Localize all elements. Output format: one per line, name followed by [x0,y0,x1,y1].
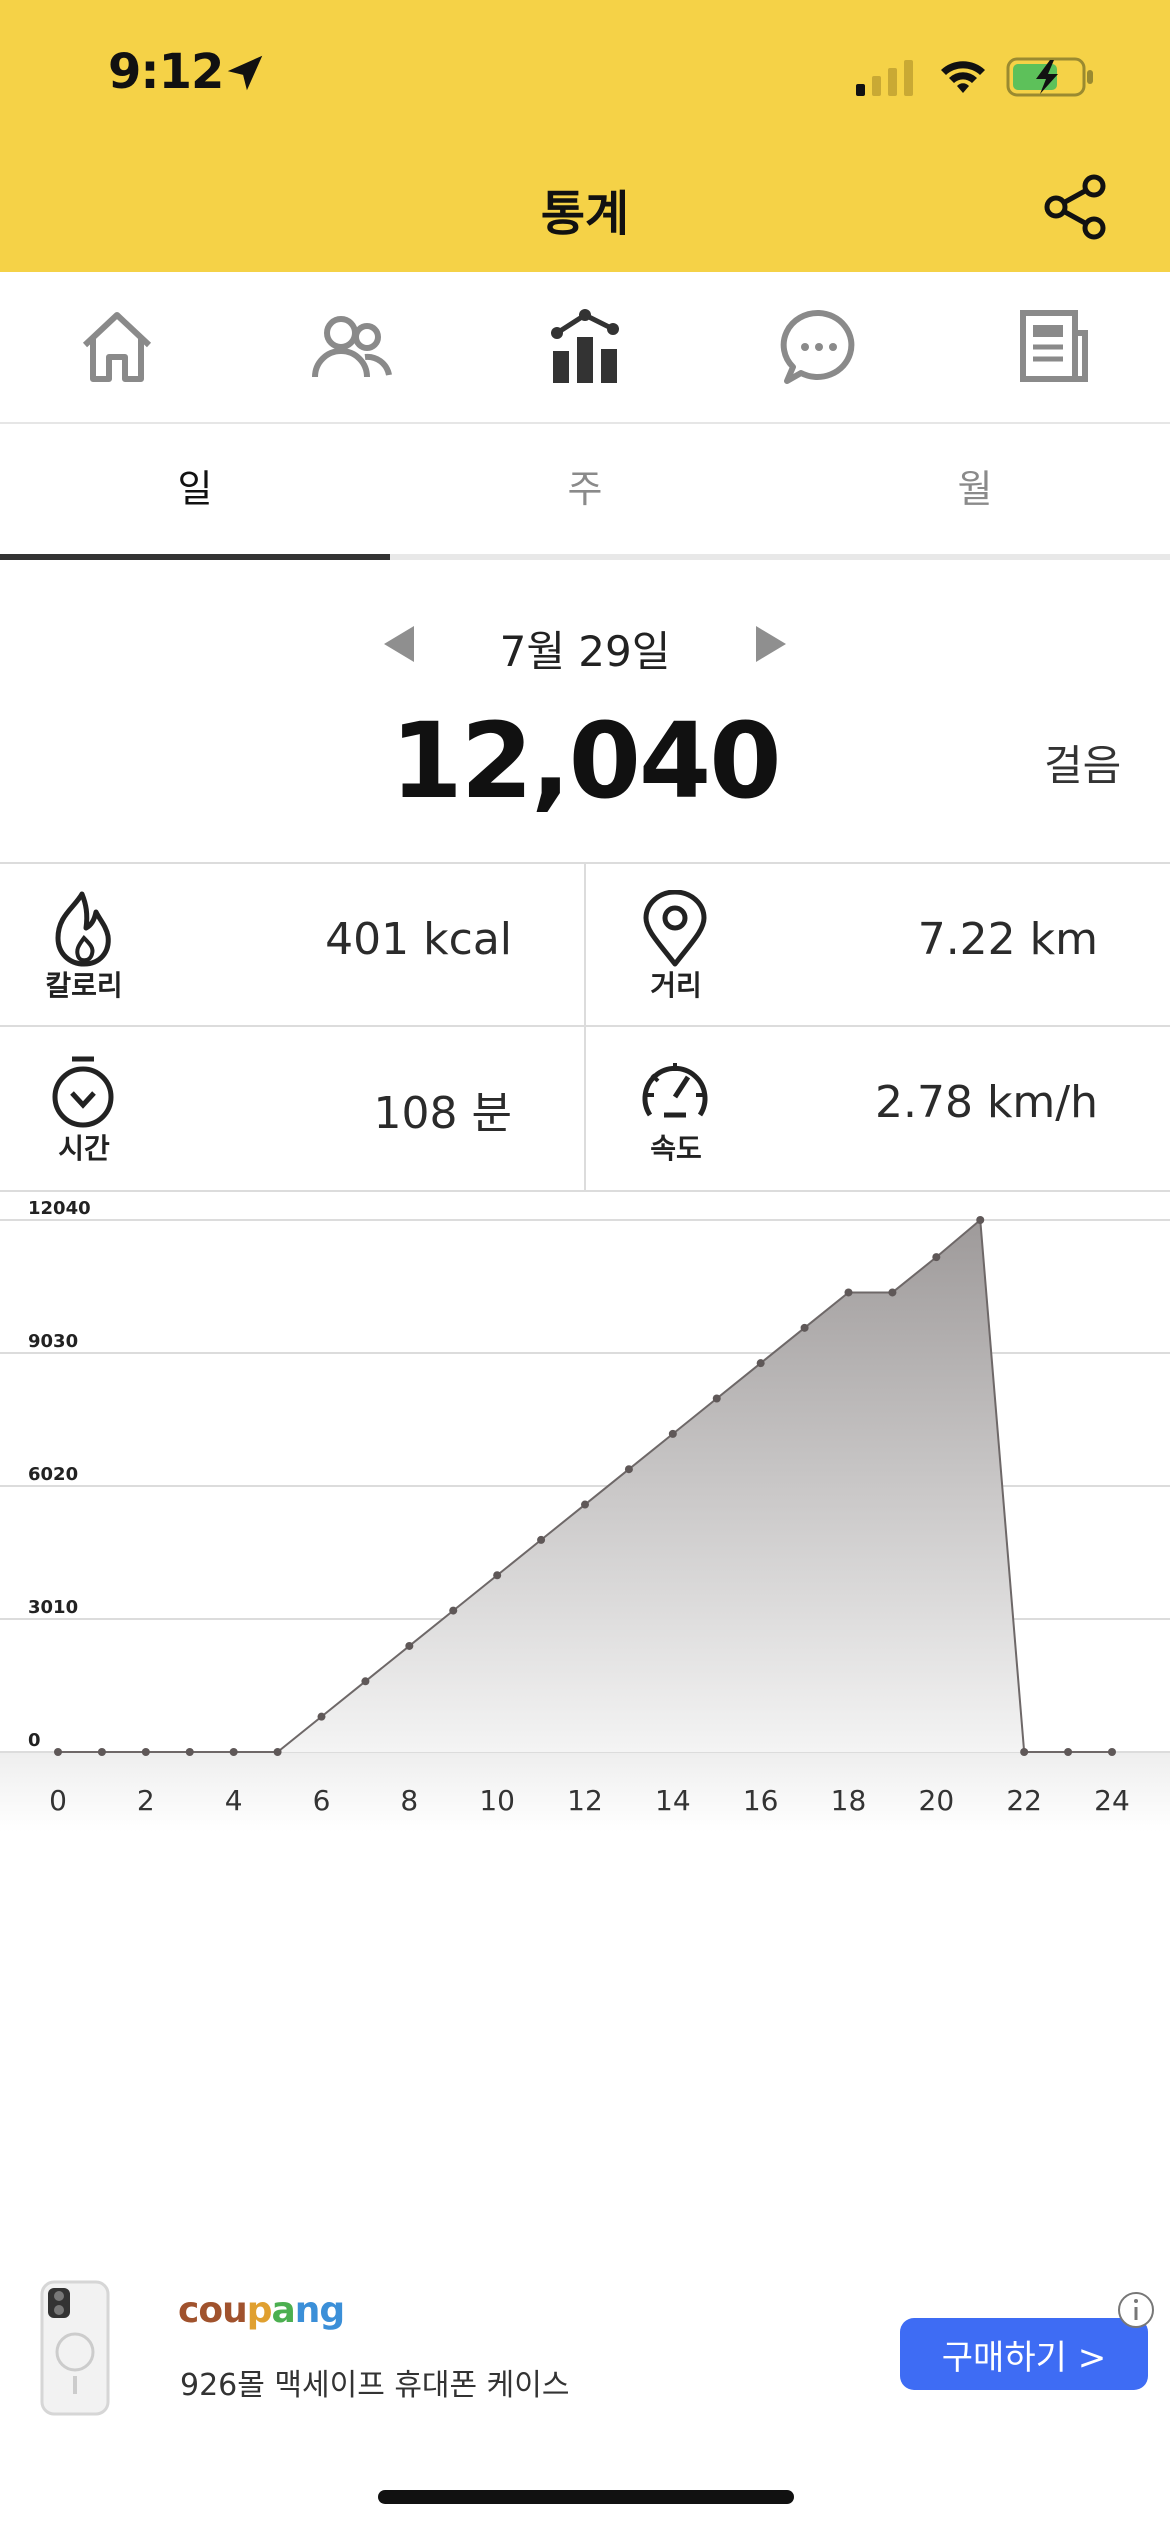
ad-brand-logo: coupang [178,2290,345,2331]
location-arrow-icon [227,55,263,91]
battery-charging-icon [1006,57,1093,97]
x-tick-label: 14 [655,1784,691,1817]
stat-distance: 거리 7.22 km [586,864,1170,1024]
home-indicator [378,2490,794,2504]
active-tab-indicator [0,554,390,560]
tab-month[interactable]: 월 [780,458,1170,513]
data-point [97,1748,106,1756]
nav-stats[interactable] [540,302,630,392]
x-tick-label: 6 [313,1784,331,1817]
x-tick-label: 22 [1006,1784,1042,1817]
chart-canvas: 030106020903012040 0 2 4 6 8 10 12 14 16 18 20 22 24 [0,1198,1170,1832]
data-point [800,1323,809,1332]
status-time: 9:12 [108,44,224,100]
stat-label: 거리 [650,969,702,1002]
stat-calories: 칼로리 401 kcal [0,864,584,1024]
data-point [844,1288,853,1297]
date-navigator: 7월 29일 [0,612,1170,682]
wifi-icon [941,61,985,93]
ad-product-text: 926몰 맥세이프 휴대폰 케이스 [180,2368,570,2403]
page-title: 통계 [540,186,630,242]
data-point [141,1748,150,1756]
chart-icon [551,309,619,383]
data-point [405,1641,414,1650]
stat-value: 7.22 km [917,914,1098,965]
x-tick-label: 0 [49,1784,67,1817]
stopwatch-icon [52,1056,114,1128]
step-count: 12,040 [390,700,781,822]
stat-label: 칼로리 [45,969,123,1002]
x-tick-label: 4 [225,1784,243,1817]
map-pin-icon [643,890,707,967]
data-point [54,1748,62,1756]
tab-day[interactable]: 일 [0,458,390,513]
data-point [361,1677,370,1686]
stat-value: 108 분 [373,1088,512,1139]
current-date: 7월 29일 [499,627,671,676]
data-point [888,1288,897,1297]
ad-banner[interactable]: coupang 926몰 맥세이프 휴대폰 케이스 구매하기 > [0,2270,1170,2430]
data-point [229,1748,238,1756]
home-icon [82,312,152,382]
data-point [1064,1748,1073,1756]
phone-case-image [40,2280,110,2416]
data-point [1020,1748,1029,1756]
data-point [449,1606,458,1615]
stat-label: 시간 [58,1132,110,1165]
info-icon[interactable] [1116,2290,1156,2330]
nav-news[interactable] [1008,302,1098,392]
nav-chat[interactable] [774,302,864,392]
x-tick-label: 24 [1094,1784,1130,1817]
data-point [185,1748,194,1756]
tab-week[interactable]: 주 [390,458,780,513]
x-tick-label: 16 [743,1784,779,1817]
stat-speed: 속도 2.78 km/h [586,1027,1170,1187]
data-point [976,1216,985,1224]
next-date-button[interactable] [756,626,786,662]
y-tick-label: 0 [28,1730,41,1751]
stat-time: 시간 108 분 [0,1027,584,1187]
app-header: 9:12 통계 [0,0,1170,272]
news-icon [1020,310,1088,382]
x-tick-label: 12 [567,1784,603,1817]
data-point [581,1500,589,1509]
speedometer-icon [642,1063,708,1118]
x-tick-label: 8 [400,1784,418,1817]
share-icon[interactable] [1040,172,1110,242]
data-point [537,1535,546,1544]
step-unit: 걸음 [1044,741,1122,790]
cellular-signal-icon [856,60,913,96]
chat-icon [780,309,855,384]
data-point [1108,1748,1116,1756]
x-tick-label: 20 [919,1784,955,1817]
x-tick-label: 2 [137,1784,155,1817]
stat-value: 401 kcal [325,914,512,965]
y-tick-label: 12040 [28,1198,91,1219]
nav-home[interactable] [72,302,162,392]
stats-grid: 칼로리 401 kcal 거리 7.22 km 시간 108 분 속도 2.78… [0,862,1170,1192]
data-point [317,1712,326,1721]
flame-icon [55,891,111,967]
stat-label: 속도 [650,1132,702,1165]
period-tabs: 일 주 월 [0,424,1170,560]
x-tick-label: 10 [479,1784,515,1817]
data-point [493,1571,502,1580]
y-tick-label: 3010 [28,1597,78,1618]
data-point [712,1394,721,1403]
data-point [932,1253,941,1262]
data-point [668,1429,677,1438]
y-tick-label: 9030 [28,1331,78,1352]
buy-button[interactable]: 구매하기 > [900,2318,1148,2390]
main-nav [0,272,1170,424]
data-point [273,1748,282,1756]
nav-friends[interactable] [306,302,396,392]
data-point [624,1465,633,1474]
stat-value: 2.78 km/h [874,1077,1098,1128]
people-icon [312,316,392,378]
y-tick-label: 6020 [28,1464,78,1485]
data-point [756,1359,765,1368]
steps-chart: 0 3010 6020 9030 12040 0 2 4 6 8 10 12 14 16 18 20 22 24 [0,1190,1170,1850]
x-tick-label: 18 [831,1784,867,1817]
